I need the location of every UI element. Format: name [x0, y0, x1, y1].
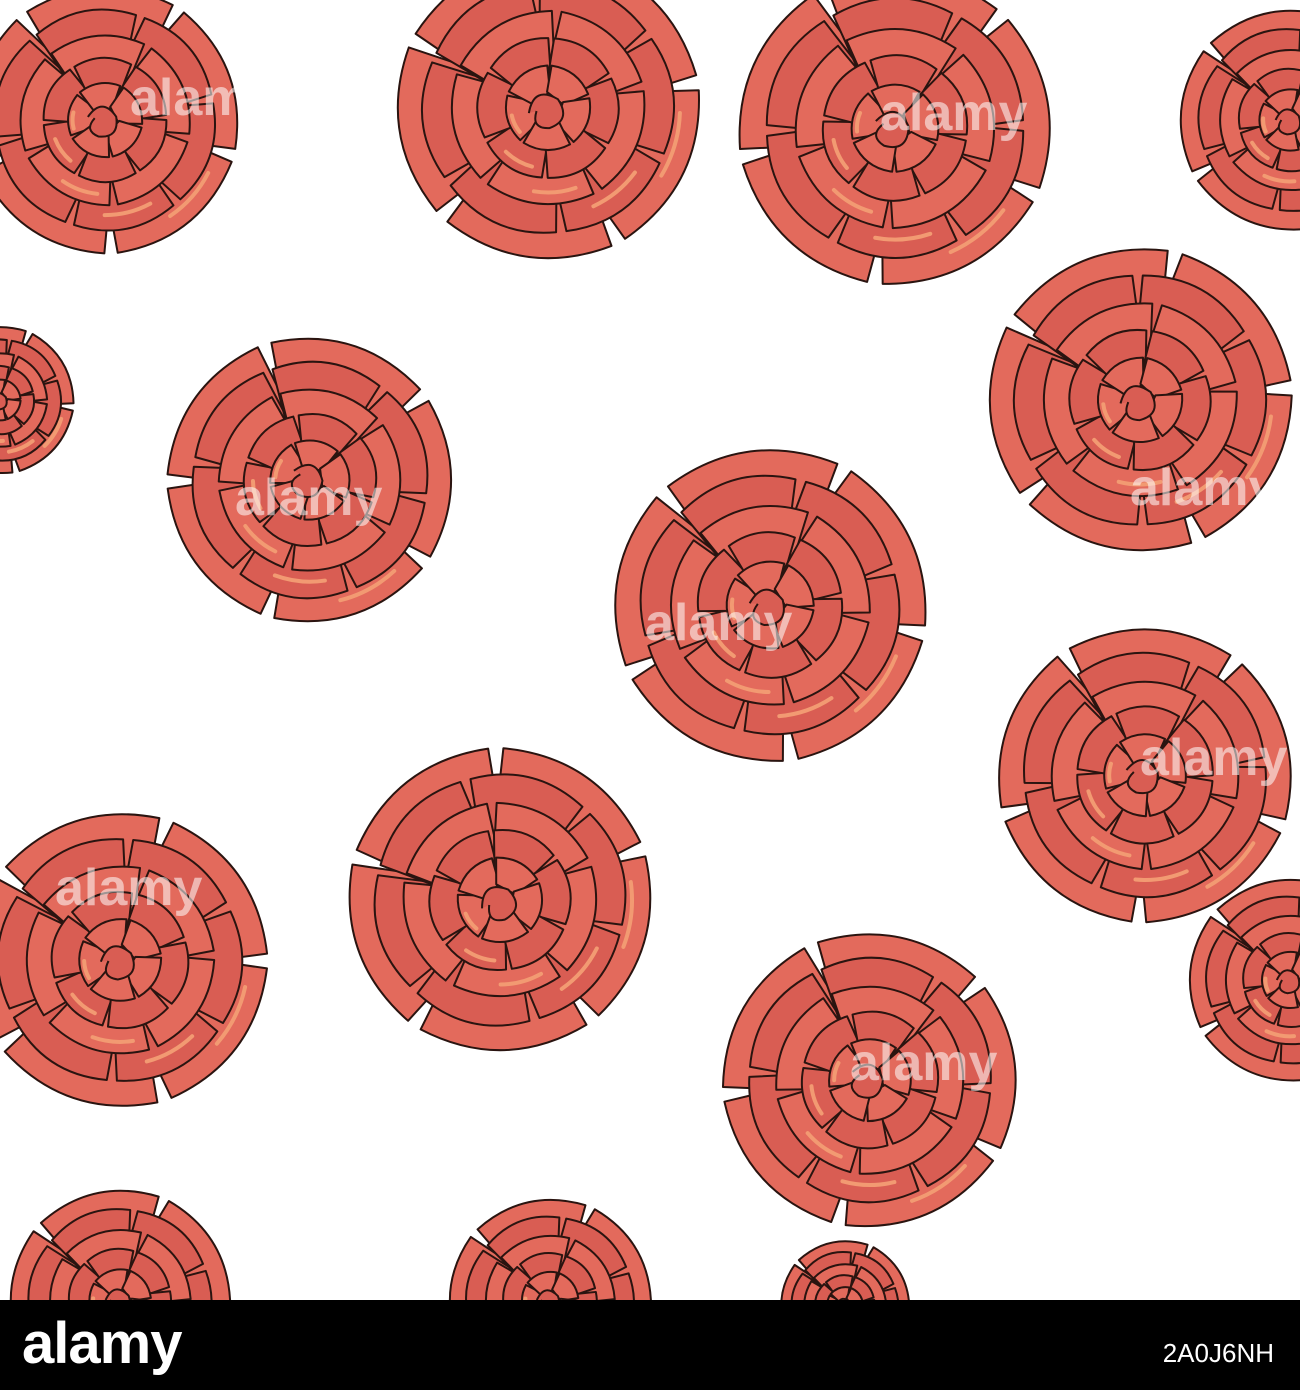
- alamy-logo: alamy: [22, 1311, 182, 1376]
- rose-center: [1275, 969, 1300, 995]
- rose-6: [166, 337, 453, 623]
- rose-5: [0, 326, 75, 475]
- rose-16: [780, 1240, 910, 1300]
- rose-pattern-canvas: [0, 0, 1300, 1300]
- rose-1: [0, 0, 239, 255]
- rose-12: [721, 933, 1017, 1228]
- image-id-label: 2A0J6NH: [1162, 1338, 1274, 1368]
- rose-15: [448, 1198, 652, 1300]
- rose-pattern-background: alamy alamy alamy alamy alamy alamy alamy alamy: [0, 0, 1300, 1300]
- rose-3: [738, 0, 1051, 285]
- rose-11: [0, 813, 269, 1107]
- rose-center: [1274, 108, 1300, 136]
- rose-14: [9, 1189, 231, 1300]
- rose-4: [1179, 9, 1300, 231]
- rose-9: [348, 747, 652, 1052]
- stock-footer-bar: alamy 2A0J6NH: [0, 1300, 1300, 1390]
- rose-8: [614, 449, 927, 762]
- rose-7: [988, 248, 1293, 552]
- rose-2: [396, 0, 700, 260]
- rose-13: [1188, 878, 1300, 1082]
